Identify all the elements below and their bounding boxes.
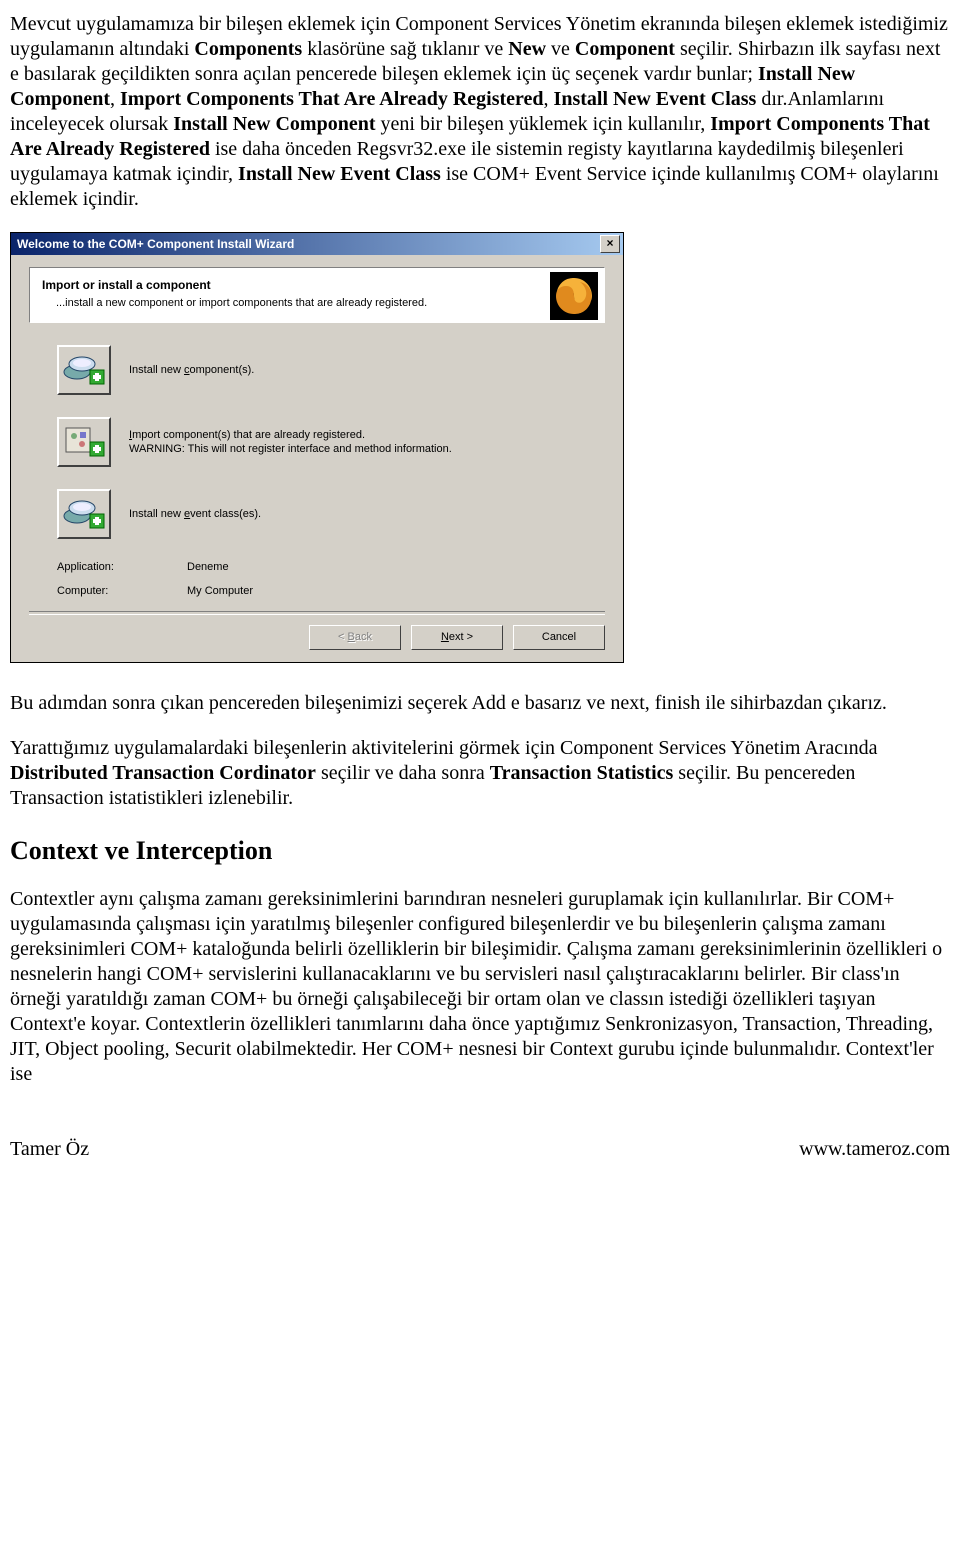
application-value: Deneme — [187, 561, 229, 575]
paragraph-2: Bu adımdan sonra çıkan pencereden bileşe… — [10, 691, 950, 716]
option-label: Install new component(s). — [129, 363, 254, 377]
text-bold: Install New Component — [173, 113, 375, 135]
application-label: Application: — [57, 561, 187, 575]
wizard-dialog: Welcome to the COM+ Component Install Wi… — [10, 232, 624, 663]
option-label: Install new event class(es). — [129, 507, 261, 521]
paragraph-4: Contextler aynı çalışma zamanı gereksini… — [10, 887, 950, 1087]
heading-context-interception: Context ve Interception — [10, 835, 950, 868]
text: , — [544, 88, 554, 110]
text-bold: Components — [194, 38, 302, 60]
import-component-icon — [57, 417, 111, 467]
text-bold: Import Components That Are Already Regis… — [120, 88, 544, 110]
option-install-new-component[interactable]: Install new component(s). — [57, 345, 605, 395]
option-import-registered[interactable]: Import component(s) that are already reg… — [57, 417, 605, 467]
computer-label: Computer: — [57, 585, 187, 599]
text: ve — [546, 38, 575, 60]
text-bold: Distributed Transaction Cordinator — [10, 762, 316, 784]
install-component-icon — [57, 345, 111, 395]
wizard-header: Import or install a component ...install… — [29, 267, 605, 323]
text-bold: Install New Event Class — [554, 88, 757, 110]
text-bold: New — [508, 38, 546, 60]
page-footer: Tamer Öz www.tameroz.com — [10, 1137, 950, 1162]
cancel-button[interactable]: Cancel — [513, 625, 605, 650]
option-install-event-class[interactable]: Install new event class(es). — [57, 489, 605, 539]
titlebar: Welcome to the COM+ Component Install Wi… — [11, 233, 623, 255]
paragraph-1: Mevcut uygulamamıza bir bileşen eklemek … — [10, 12, 950, 212]
button-row: < Back Next > Cancel — [29, 625, 605, 662]
text-bold: Component — [575, 38, 675, 60]
header-subtitle: ...install a new component or import com… — [56, 297, 592, 311]
text-bold: Transaction Statistics — [490, 762, 674, 784]
footer-author: Tamer Öz — [10, 1137, 89, 1162]
header-title: Import or install a component — [42, 278, 592, 293]
text: , — [110, 88, 120, 110]
computer-value: My Computer — [187, 585, 253, 599]
text: klasörüne sağ tıklanır ve — [302, 38, 508, 60]
text: yeni bir bileşen yüklemek için kullanılı… — [376, 113, 711, 135]
dialog-title: Welcome to the COM+ Component Install Wi… — [17, 237, 294, 252]
wizard-logo-icon — [550, 272, 598, 320]
back-button[interactable]: < Back — [309, 625, 401, 650]
text: Yarattığımız uygulamalardaki bileşenleri… — [10, 737, 878, 759]
paragraph-3: Yarattığımız uygulamalardaki bileşenleri… — [10, 736, 950, 811]
text: seçilir ve daha sonra — [316, 762, 490, 784]
text-bold: Install New Event Class — [238, 163, 441, 185]
close-button[interactable]: × — [600, 235, 620, 253]
option-label: Import component(s) that are already reg… — [129, 428, 452, 457]
next-button[interactable]: Next > — [411, 625, 503, 650]
footer-url: www.tameroz.com — [799, 1137, 950, 1162]
install-event-class-icon — [57, 489, 111, 539]
info-grid: Application: Deneme Computer: My Compute… — [57, 561, 605, 599]
separator — [29, 611, 605, 615]
